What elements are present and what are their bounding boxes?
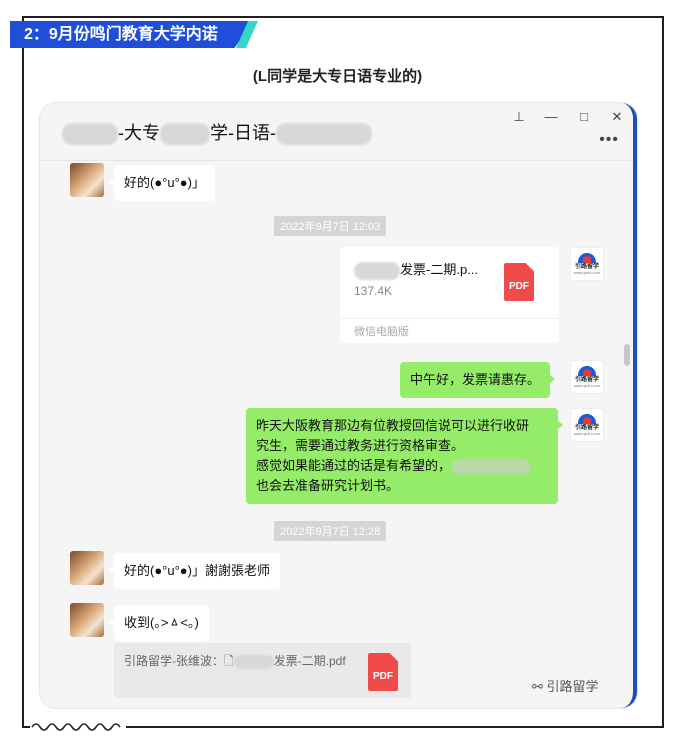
message-bubble: 好的(●°u°●)」 — [109, 165, 215, 201]
avatar[interactable]: 引路留学 www.yinlu.com — [570, 408, 604, 442]
chat-title-part1: -大专 — [118, 123, 160, 143]
timestamp: 2022年9月7日 12:28 — [274, 521, 387, 541]
message-line: 感觉如果能通过的话是有希望的， — [256, 456, 548, 476]
logo-url: www.yinlu.com — [573, 431, 601, 436]
chat-window: -大专 学-日语- ⊥ — □ ✕ ••• 好的(●°u°●)」 2022年9月7… — [40, 103, 637, 708]
message-line: 究生，需要通过教务进行资格审查。 — [256, 438, 465, 453]
avatar[interactable]: 引路留学 www.yinlu.com — [570, 247, 604, 281]
redacted-text — [62, 123, 118, 146]
redacted-text — [276, 123, 372, 146]
redacted-text — [451, 458, 532, 475]
minimize-button[interactable]: — — [542, 109, 560, 124]
file-size: 137.4K — [354, 284, 393, 298]
redacted-text — [160, 123, 210, 146]
scrollbar-thumb[interactable] — [624, 344, 630, 366]
logo-icon — [578, 253, 596, 263]
chat-title-part2: 学-日语- — [210, 123, 276, 143]
quote-text: 引路留学-张维波：🗋 发票-二期.pdf — [124, 654, 346, 669]
message-line: 也会去准备研究计划书。 — [256, 478, 400, 493]
message-bubble: 好的(●°u°●)」謝謝張老师 — [109, 553, 280, 589]
logo-url: www.yinlu.com — [573, 383, 601, 388]
logo-icon — [578, 414, 596, 424]
file-source: 微信电脑版 — [354, 326, 409, 338]
message-line: 昨天大阪教育那边有位教授回信说可以进行收研 — [256, 418, 530, 433]
pdf-icon: PDF — [504, 263, 534, 301]
timestamp: 2022年9月7日 12:03 — [274, 216, 387, 236]
close-button[interactable]: ✕ — [608, 109, 626, 125]
avatar[interactable]: 引路留学 www.yinlu.com — [570, 360, 604, 394]
section-banner: 2：9月份鸣门教育大学内诺 — [10, 21, 254, 48]
logo-icon — [578, 366, 596, 376]
wechat-icon: ⚯ — [532, 679, 543, 694]
maximize-button[interactable]: □ — [575, 109, 593, 124]
message-bubble: 中午好，发票请惠存。 — [400, 362, 556, 398]
file-message[interactable]: 发票-二期.p... 137.4K PDF 微信电脑版 — [340, 247, 559, 343]
window-header: -大专 学-日语- ⊥ — □ ✕ ••• — [40, 103, 633, 161]
avatar[interactable] — [70, 603, 104, 637]
avatar[interactable] — [70, 163, 104, 197]
avatar[interactable] — [70, 551, 104, 585]
wavy-border-decoration — [30, 719, 126, 735]
file-name: 发票-二期.p... — [354, 259, 478, 280]
message-bubble: 收到(｡>ㅿ<｡) — [109, 605, 209, 641]
redacted-text — [354, 261, 400, 280]
divider — [340, 318, 559, 319]
quoted-file-message[interactable]: 引路留学-张维波：🗋 发票-二期.pdf PDF — [114, 643, 411, 698]
chat-title: -大专 学-日语- — [62, 119, 372, 146]
redacted-text — [233, 654, 274, 669]
pdf-icon: PDF — [368, 653, 398, 691]
more-options-icon[interactable]: ••• — [599, 131, 619, 149]
logo-url: www.yinlu.com — [573, 270, 601, 275]
subtitle: (L同学是大专日语专业的) — [252, 68, 423, 85]
watermark: ⚯ 引路留学 — [532, 676, 599, 695]
message-bubble: 昨天大阪教育那边有位教授回信说可以进行收研 究生，需要通过教务进行资格审查。 感… — [246, 408, 563, 504]
pin-icon[interactable]: ⊥ — [510, 109, 528, 125]
file-icon: 🗋 — [224, 654, 234, 668]
watermark-text: 引路留学 — [546, 679, 599, 694]
